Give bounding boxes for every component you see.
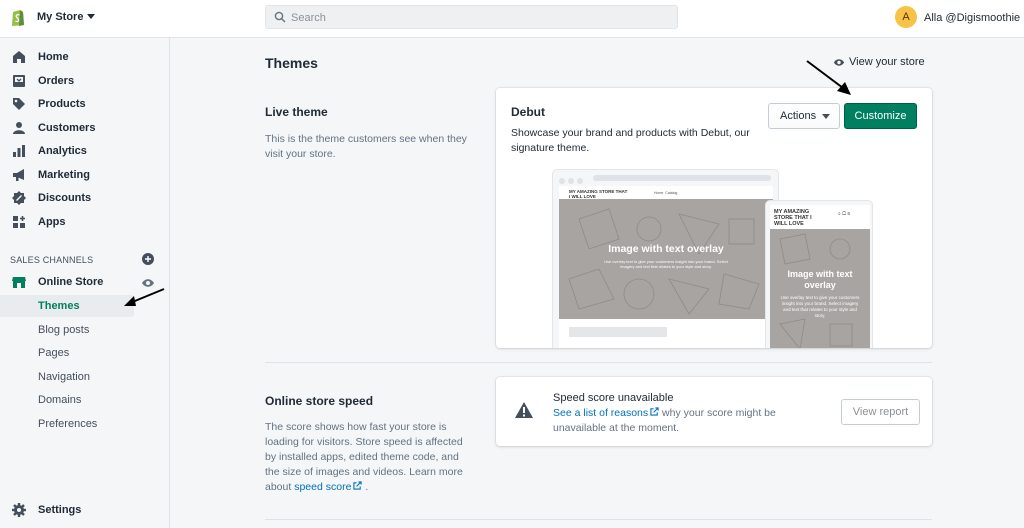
speed-card-text: See a list of reasons why your score mig… [553, 406, 793, 436]
browser-url-bar [593, 175, 771, 181]
actions-button[interactable]: Actions [768, 103, 840, 129]
add-channel-icon[interactable] [142, 253, 154, 265]
preview-hero-text: Use overlay text to give your customers … [604, 259, 728, 269]
customize-button[interactable]: Customize [844, 103, 917, 129]
speed-title: Online store speed [265, 394, 374, 408]
sidebar-item-orders[interactable]: Orders [0, 70, 170, 92]
shopify-logo-icon[interactable] [10, 8, 26, 27]
tag-icon [13, 98, 25, 110]
sidebar-subitem-blog-posts[interactable]: Blog posts [0, 319, 170, 341]
sidebar-subitem-domains[interactable]: Domains [0, 389, 170, 411]
sidebar-subitem-label: Preferences [38, 418, 98, 430]
theme-card: Debut Showcase your brand and products w… [496, 88, 932, 348]
preview-mobile-hero-text: Use overlay text to give your customers … [780, 295, 860, 318]
sidebar-item-marketing[interactable]: Marketing [0, 164, 170, 186]
page-title: Themes [265, 55, 318, 71]
sidebar-subitem-preferences[interactable]: Preferences [0, 413, 170, 435]
top-bar: My Store A Alla @Digismoothie [0, 0, 1024, 38]
section-divider [265, 519, 932, 520]
sidebar-item-home[interactable]: Home [0, 46, 170, 68]
person-icon [13, 122, 25, 134]
user-name[interactable]: Alla @Digismoothie [924, 12, 1020, 24]
live-theme-title: Live theme [265, 105, 328, 119]
megaphone-icon [13, 169, 24, 181]
preview-nav-home: Home [654, 191, 664, 195]
bar-chart-icon [13, 145, 25, 157]
sidebar-item-products[interactable]: Products [0, 93, 170, 115]
sidebar-subitem-label: Blog posts [38, 324, 90, 336]
speed-score-link[interactable]: speed score [294, 481, 351, 493]
sidebar-subitem-label: Navigation [38, 371, 90, 383]
preview-mobile-hero-title: Image with text overlay [787, 269, 853, 290]
annotation-arrow-icon [124, 288, 165, 306]
search-bar[interactable] [265, 5, 678, 29]
sales-channels-heading: SALES CHANNELS [10, 255, 94, 265]
preview-mobile-hero: Image with text overlay Use overlay text… [770, 229, 870, 348]
preview-hero-title: Image with text overlay [608, 243, 724, 255]
view-report-button[interactable]: View report [841, 399, 920, 425]
store-name[interactable]: My Store [37, 11, 83, 23]
preview-mobile-logo: MY AMAZING STORE THAT I WILL LOVE [774, 209, 812, 227]
speed-card-title: Speed score unavailable [553, 392, 674, 404]
sidebar-item-label: Home [38, 51, 69, 63]
preview-mobile-page: MY AMAZING STORE THAT I WILL LOVE ⌕ ▢ ≡ … [770, 205, 870, 348]
sidebar-item-label: Discounts [38, 192, 92, 204]
sidebar-item-analytics[interactable]: Analytics [0, 140, 170, 162]
sidebar-item-discounts[interactable]: Discounts [0, 187, 170, 209]
live-theme-description: This is the theme customers see when the… [265, 133, 467, 160]
speed-description: The score shows how fast your store is l… [265, 420, 470, 495]
external-link-icon [650, 407, 659, 416]
sidebar-subitem-themes[interactable]: Themes [0, 295, 134, 317]
sidebar-item-label: Analytics [38, 145, 87, 157]
theme-description: Showcase your brand and products with De… [511, 127, 750, 154]
sidebar-subitem-label: Pages [38, 347, 70, 359]
view-store-label: View your store [849, 56, 925, 68]
home-icon [13, 51, 25, 63]
sidebar-subitem-label: Domains [38, 394, 82, 406]
annotation-arrow-icon [806, 60, 851, 95]
sidebar-item-apps[interactable]: Apps [0, 211, 170, 233]
section-divider [265, 362, 932, 363]
sidebar-item-label: Marketing [38, 169, 90, 181]
sidebar-item-label: Products [38, 98, 86, 110]
orders-icon [13, 75, 25, 87]
store-icon [12, 277, 26, 288]
theme-preview-mobile[interactable]: MY AMAZING STORE THAT I WILL LOVE ⌕ ▢ ≡ … [765, 200, 873, 348]
preview-mobile-icons: ⌕ ▢ ≡ [838, 211, 851, 217]
sidebar: Home Orders Products Customers Analytics… [0, 38, 170, 528]
theme-preview-desktop[interactable]: MY AMAZING STORE THAT I WILL LOVE Home C… [552, 169, 779, 348]
sidebar-item-label: Customers [38, 122, 96, 134]
theme-name: Debut [511, 105, 545, 119]
sidebar-item-settings[interactable]: Settings [0, 499, 170, 521]
sidebar-item-label: Apps [38, 216, 66, 228]
avatar[interactable]: A [895, 6, 917, 28]
preview-store-logo: MY AMAZING STORE THAT I WILL LOVE [569, 189, 628, 199]
speed-description-end: . [362, 481, 369, 493]
actions-label: Actions [780, 110, 817, 122]
see-reasons-link[interactable]: See a list of reasons [553, 407, 648, 419]
sidebar-subitem-navigation[interactable]: Navigation [0, 366, 170, 388]
caret-down-icon [822, 114, 830, 119]
preview-content-block [569, 327, 667, 337]
preview-hero-image: Image with text overlay Use overlay text… [559, 199, 773, 319]
apps-icon [13, 216, 25, 228]
discount-icon [12, 191, 26, 205]
search-input[interactable] [291, 9, 661, 26]
speed-card: Speed score unavailable See a list of re… [496, 377, 932, 446]
sidebar-item-label: Orders [38, 75, 75, 87]
gear-icon [12, 503, 26, 517]
warning-icon [515, 402, 533, 418]
sidebar-item-label: Online Store [38, 276, 104, 288]
sidebar-item-label: Settings [38, 504, 82, 516]
preview-nav-catalog: Catalog [665, 191, 678, 195]
sidebar-subitem-label: Themes [38, 300, 80, 312]
preview-page: MY AMAZING STORE THAT I WILL LOVE Home C… [559, 186, 773, 348]
caret-down-icon[interactable] [87, 14, 95, 19]
preview-nav: Home Catalog [654, 191, 677, 195]
search-icon [274, 11, 286, 23]
sidebar-item-customers[interactable]: Customers [0, 117, 170, 139]
sidebar-subitem-pages[interactable]: Pages [0, 342, 170, 364]
